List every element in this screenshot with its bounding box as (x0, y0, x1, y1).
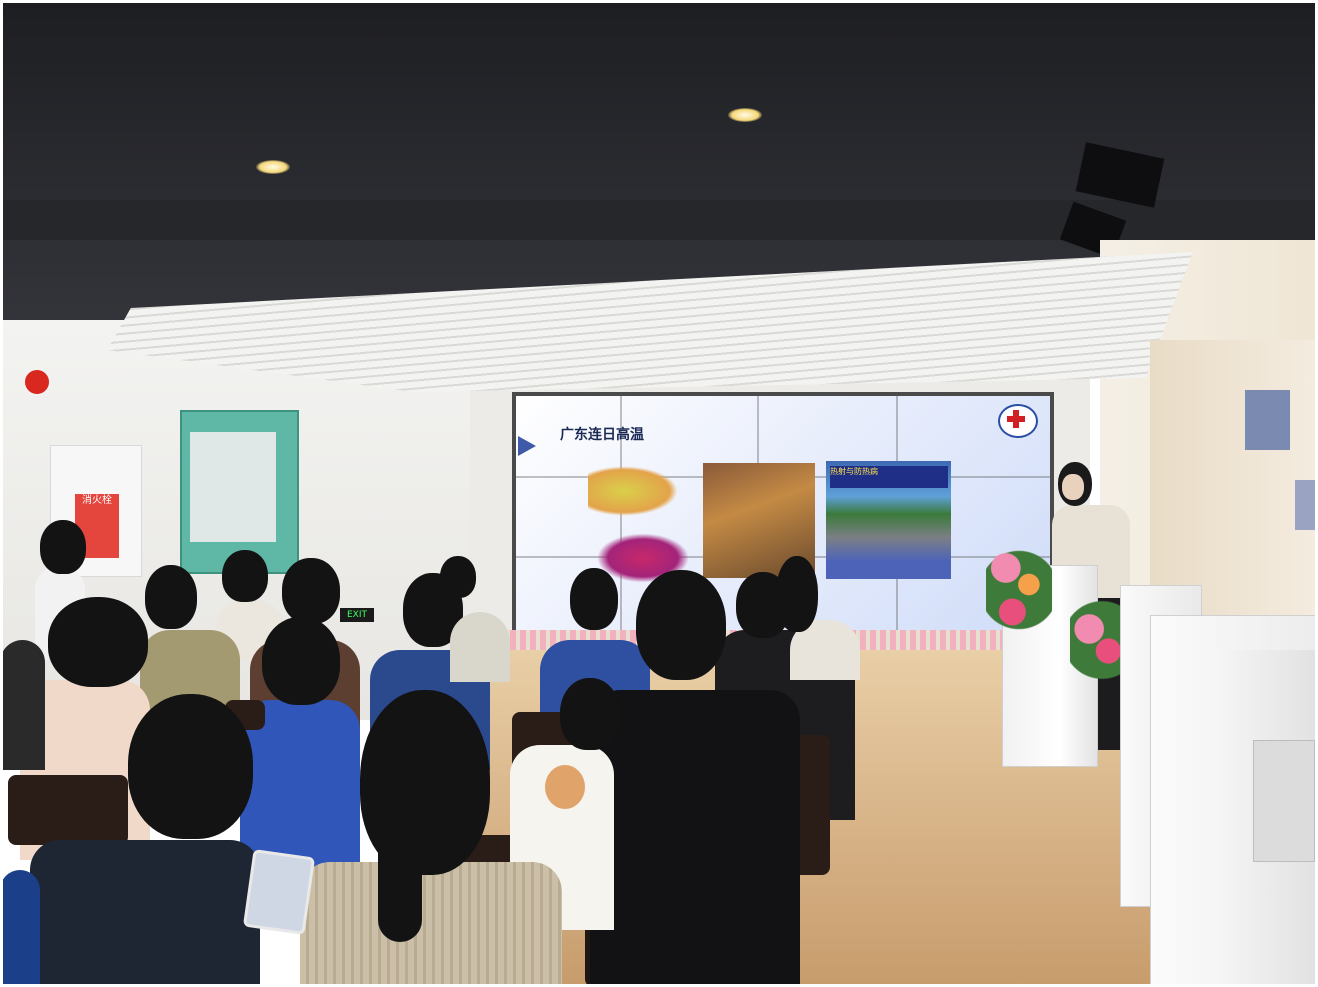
photo-border (0, 0, 1318, 987)
photo-scene: 消火栓 EXIT 广东连日高温 热射与防热病 (0, 0, 1318, 987)
